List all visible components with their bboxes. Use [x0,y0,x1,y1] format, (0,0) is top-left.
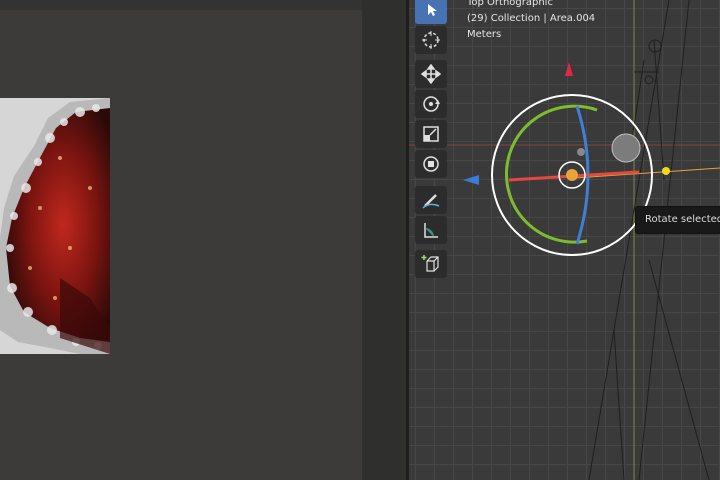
cursor-icon [422,31,440,49]
select-tool-button[interactable] [415,0,447,24]
add-cube-tool-button[interactable] [415,250,447,278]
object-origin [566,169,578,181]
move-tool-button[interactable] [415,60,447,88]
image-canvas[interactable] [0,10,362,480]
transform-tool-button[interactable] [415,150,447,178]
viewport-collection-info: (29) Collection | Area.004 [467,13,596,24]
add-cube-icon [421,255,439,272]
navigate-up-arrow [565,62,573,76]
viewport-units: Meters [467,29,502,40]
render-preview-image [0,98,110,354]
light-object [662,167,670,175]
transform-icon [423,156,439,172]
navigate-left-arrow [463,175,479,185]
rotate-icon [423,96,440,112]
gizmo-handle [577,148,585,156]
tooltip: Rotate selected items [635,206,720,234]
editor-sidebar-strip [362,0,408,480]
scale-icon [423,126,439,142]
cursor-tool-button[interactable] [415,26,447,54]
selection-line [574,167,720,179]
annotate-tool-button[interactable] [415,186,447,214]
wireframe-object [588,0,710,480]
viewport-scene [409,0,720,480]
select-cursor-icon [428,4,437,16]
rotate-tool-button[interactable] [415,90,447,118]
measure-icon [424,223,438,238]
annotate-icon [422,194,440,209]
measure-tool-button[interactable] [415,216,447,244]
mesh-object [611,133,641,163]
3d-viewport[interactable]: Top Orthographic (29) Collection | Area.… [409,0,720,480]
viewport-view-name: Top Orthographic [467,0,553,8]
scale-tool-button[interactable] [415,120,447,148]
move-icon [421,64,441,84]
image-editor-area[interactable] [0,0,408,480]
